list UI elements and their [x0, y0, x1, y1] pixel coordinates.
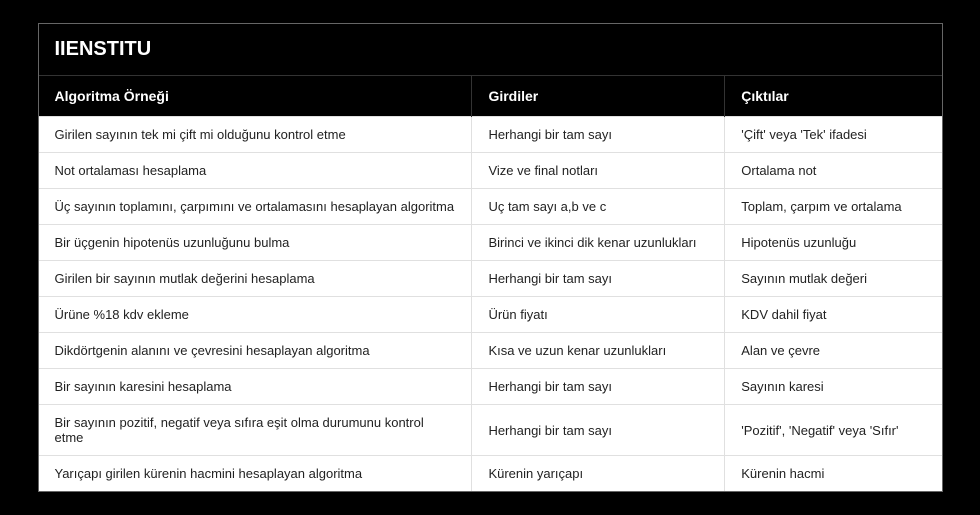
table-row: Girilen bir sayının mutlak değerini hesa… — [39, 261, 942, 297]
table-row: Yarıçapı girilen kürenin hacmini hesapla… — [39, 456, 942, 492]
cell-inputs: Uç tam sayı a,b ve c — [472, 189, 725, 225]
table-header-row: Algoritma Örneği Girdiler Çıktılar — [39, 76, 942, 117]
card-title: IIENSTITU — [39, 24, 942, 76]
table-row: Girilen sayının tek mi çift mi olduğunu … — [39, 117, 942, 153]
cell-example: Üç sayının toplamını, çarpımını ve ortal… — [39, 189, 472, 225]
cell-outputs: KDV dahil fiyat — [725, 297, 942, 333]
cell-inputs: Herhangi bir tam sayı — [472, 117, 725, 153]
cell-inputs: Birinci ve ikinci dik kenar uzunlukları — [472, 225, 725, 261]
cell-inputs: Vize ve final notları — [472, 153, 725, 189]
table-row: Dikdörtgenin alanını ve çevresini hesapl… — [39, 333, 942, 369]
cell-example: Dikdörtgenin alanını ve çevresini hesapl… — [39, 333, 472, 369]
cell-example: Ürüne %18 kdv ekleme — [39, 297, 472, 333]
cell-outputs: Sayının karesi — [725, 369, 942, 405]
table-row: Üç sayının toplamını, çarpımını ve ortal… — [39, 189, 942, 225]
cell-inputs: Herhangi bir tam sayı — [472, 405, 725, 456]
cell-example: Bir üçgenin hipotenüs uzunluğunu bulma — [39, 225, 472, 261]
table-row: Not ortalaması hesaplamaVize ve final no… — [39, 153, 942, 189]
cell-example: Yarıçapı girilen kürenin hacmini hesapla… — [39, 456, 472, 492]
algorithm-table: Algoritma Örneği Girdiler Çıktılar Giril… — [39, 76, 942, 491]
cell-example: Girilen sayının tek mi çift mi olduğunu … — [39, 117, 472, 153]
cell-inputs: Ürün fiyatı — [472, 297, 725, 333]
cell-inputs: Herhangi bir tam sayı — [472, 261, 725, 297]
cell-example: Girilen bir sayının mutlak değerini hesa… — [39, 261, 472, 297]
cell-inputs: Kısa ve uzun kenar uzunlukları — [472, 333, 725, 369]
table-row: Bir üçgenin hipotenüs uzunluğunu bulmaBi… — [39, 225, 942, 261]
cell-outputs: 'Çift' veya 'Tek' ifadesi — [725, 117, 942, 153]
col-header-inputs: Girdiler — [472, 76, 725, 117]
cell-outputs: Alan ve çevre — [725, 333, 942, 369]
cell-outputs: Toplam, çarpım ve ortalama — [725, 189, 942, 225]
col-header-outputs: Çıktılar — [725, 76, 942, 117]
table-row: Ürüne %18 kdv eklemeÜrün fiyatıKDV dahil… — [39, 297, 942, 333]
algorithm-table-card: IIENSTITU Algoritma Örneği Girdiler Çıkt… — [38, 23, 943, 492]
cell-example: Bir sayının pozitif, negatif veya sıfıra… — [39, 405, 472, 456]
cell-example: Bir sayının karesini hesaplama — [39, 369, 472, 405]
cell-example: Not ortalaması hesaplama — [39, 153, 472, 189]
cell-outputs: Hipotenüs uzunluğu — [725, 225, 942, 261]
cell-outputs: 'Pozitif', 'Negatif' veya 'Sıfır' — [725, 405, 942, 456]
cell-outputs: Sayının mutlak değeri — [725, 261, 942, 297]
col-header-example: Algoritma Örneği — [39, 76, 472, 117]
cell-inputs: Kürenin yarıçapı — [472, 456, 725, 492]
table-row: Bir sayının pozitif, negatif veya sıfıra… — [39, 405, 942, 456]
cell-inputs: Herhangi bir tam sayı — [472, 369, 725, 405]
table-row: Bir sayının karesini hesaplamaHerhangi b… — [39, 369, 942, 405]
cell-outputs: Kürenin hacmi — [725, 456, 942, 492]
cell-outputs: Ortalama not — [725, 153, 942, 189]
